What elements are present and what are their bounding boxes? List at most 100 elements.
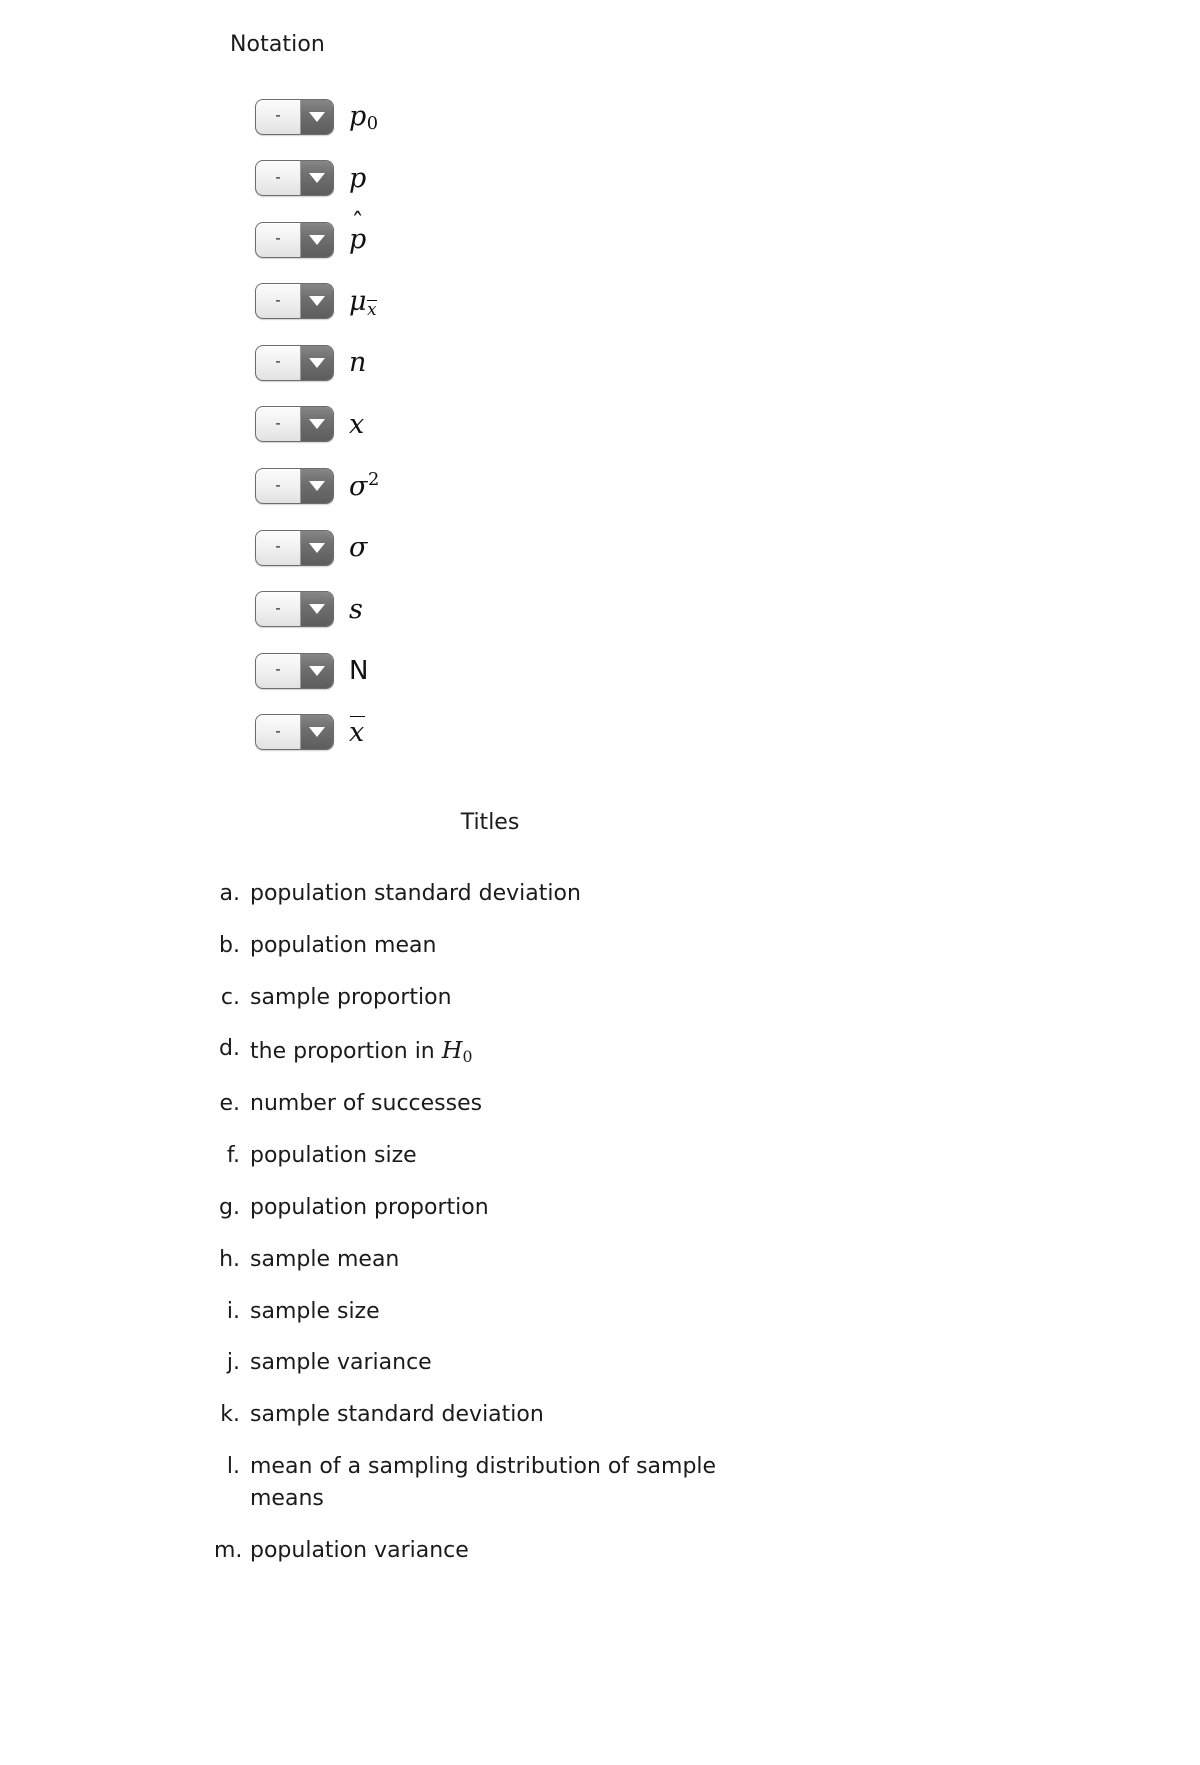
list-item: j. sample variance bbox=[214, 1347, 914, 1379]
list-item-label: sample standard deviation bbox=[250, 1402, 544, 1428]
notation-row: - N bbox=[255, 652, 675, 689]
list-item-marker: b. bbox=[219, 932, 240, 958]
chevron-down-icon bbox=[300, 345, 333, 380]
match-select-value: - bbox=[275, 106, 281, 124]
notation-section-heading: Notation bbox=[230, 32, 325, 57]
list-item-marker: a. bbox=[219, 881, 240, 906]
match-select-sigma[interactable]: - bbox=[255, 529, 334, 566]
chevron-down-icon bbox=[300, 222, 333, 257]
list-item: f. population size bbox=[214, 1140, 914, 1172]
notation-row: - x bbox=[255, 714, 675, 751]
match-select-xbar[interactable]: - bbox=[255, 714, 334, 751]
match-select-value: - bbox=[275, 660, 281, 679]
list-item-label: population standard deviation bbox=[250, 881, 581, 906]
match-select-value: - bbox=[275, 229, 281, 248]
match-select-value: - bbox=[275, 537, 281, 556]
chevron-down-icon bbox=[300, 284, 333, 319]
list-item-label: population variance bbox=[250, 1538, 469, 1564]
notation-row: - x bbox=[255, 406, 675, 443]
list-item: h. sample mean bbox=[214, 1244, 914, 1276]
notation-symbol-N: N bbox=[349, 655, 369, 686]
list-item-marker: j. bbox=[226, 1350, 240, 1376]
notation-symbol-xbar: x bbox=[349, 716, 366, 748]
notation-symbol-sigma-squared: σ2 bbox=[349, 468, 380, 502]
match-select-s[interactable]: - bbox=[255, 591, 334, 628]
list-item: b. population mean bbox=[214, 930, 914, 962]
list-item-label: sample variance bbox=[250, 1350, 432, 1376]
list-item-marker: h. bbox=[219, 1246, 240, 1272]
list-item-marker: f. bbox=[226, 1143, 240, 1169]
list-item-marker: d. bbox=[219, 1036, 240, 1062]
list-item-label: sample mean bbox=[250, 1246, 400, 1272]
match-select-p0[interactable]: - bbox=[255, 98, 334, 135]
match-select-x[interactable]: - bbox=[255, 406, 334, 443]
list-item-label: population mean bbox=[250, 932, 437, 958]
list-item-label: sample proportion bbox=[250, 984, 452, 1010]
match-select-p-hat[interactable]: - bbox=[255, 221, 334, 258]
list-item: k. sample standard deviation bbox=[214, 1399, 914, 1431]
notation-row: - σ bbox=[255, 529, 675, 566]
list-item-marker: g. bbox=[219, 1194, 240, 1220]
list-item-label: the proportion in H0 bbox=[250, 1033, 770, 1068]
titles-option-list: a. population standard deviation b. popu… bbox=[214, 878, 914, 1587]
chevron-down-icon bbox=[300, 653, 333, 688]
match-select-n[interactable]: - bbox=[255, 344, 334, 381]
list-item-label: population proportion bbox=[250, 1194, 489, 1220]
match-select-value: - bbox=[275, 167, 281, 186]
match-select-value: - bbox=[275, 413, 281, 432]
inline-math-h-null: H0 bbox=[441, 1036, 473, 1067]
chevron-down-icon bbox=[300, 469, 333, 504]
chevron-down-icon bbox=[300, 530, 333, 565]
list-item-marker: i. bbox=[226, 1298, 240, 1324]
chevron-down-icon bbox=[300, 715, 333, 750]
chevron-down-icon bbox=[300, 407, 333, 442]
notation-row: - μx bbox=[255, 283, 675, 320]
match-select-N[interactable]: - bbox=[255, 652, 334, 689]
list-item-marker: m. bbox=[214, 1538, 243, 1564]
notation-symbol-sigma: σ bbox=[349, 532, 368, 564]
list-item: g. population proportion bbox=[214, 1192, 914, 1224]
list-item: c. sample proportion bbox=[214, 982, 914, 1014]
match-select-value: - bbox=[275, 598, 281, 617]
notation-row: - s bbox=[255, 591, 675, 628]
list-item-marker: k. bbox=[220, 1402, 240, 1428]
notation-symbol-p0: p0 bbox=[349, 101, 379, 135]
match-select-value: - bbox=[275, 721, 281, 740]
list-item-label: population size bbox=[250, 1143, 417, 1169]
notation-symbol-mu-xbar: μx bbox=[349, 285, 378, 319]
list-item-text: the proportion in bbox=[250, 1039, 442, 1065]
list-item: d. the proportion in H0 bbox=[214, 1033, 914, 1068]
chevron-down-icon bbox=[300, 161, 333, 196]
list-item: i. sample size bbox=[214, 1296, 914, 1328]
notation-row: - p bbox=[255, 160, 675, 197]
list-item-label: mean of a sampling distribution of sampl… bbox=[250, 1454, 717, 1512]
chevron-down-icon bbox=[300, 99, 333, 134]
notation-symbol-x: x bbox=[349, 408, 365, 440]
list-item-marker: c. bbox=[220, 984, 240, 1010]
notation-row: - p0 bbox=[255, 98, 675, 135]
notation-symbol-p-hat: p bbox=[349, 226, 366, 253]
worksheet-page: Notation - p0 - p - p ˆ - μ x - n - x - … bbox=[0, 0, 1200, 1765]
notation-matching-list: - p0 - p - p - μx bbox=[255, 98, 675, 776]
match-select-mu-xbar[interactable]: - bbox=[255, 283, 334, 320]
list-item: l. mean of a sampling distribution of sa… bbox=[214, 1451, 914, 1516]
list-item: m. population variance bbox=[214, 1535, 914, 1567]
match-select-value: - bbox=[275, 352, 281, 371]
match-select-value: - bbox=[275, 475, 281, 494]
list-item-marker: e. bbox=[219, 1091, 240, 1117]
titles-section-heading: Titles bbox=[460, 810, 520, 835]
notation-row: - n bbox=[255, 344, 675, 381]
list-item-label: number of successes bbox=[250, 1091, 483, 1117]
notation-symbol-p: p bbox=[349, 162, 367, 194]
list-item-label: sample size bbox=[250, 1298, 380, 1324]
match-select-value: - bbox=[275, 290, 281, 309]
match-select-p[interactable]: - bbox=[255, 160, 334, 197]
notation-row: - p bbox=[255, 221, 675, 258]
list-item: a. population standard deviation bbox=[214, 878, 914, 910]
list-item: e. number of successes bbox=[214, 1088, 914, 1120]
notation-row: - σ2 bbox=[255, 468, 675, 505]
notation-symbol-n: n bbox=[349, 347, 367, 379]
match-select-sigma-squared[interactable]: - bbox=[255, 468, 334, 505]
notation-symbol-s: s bbox=[349, 593, 363, 625]
chevron-down-icon bbox=[300, 592, 333, 627]
